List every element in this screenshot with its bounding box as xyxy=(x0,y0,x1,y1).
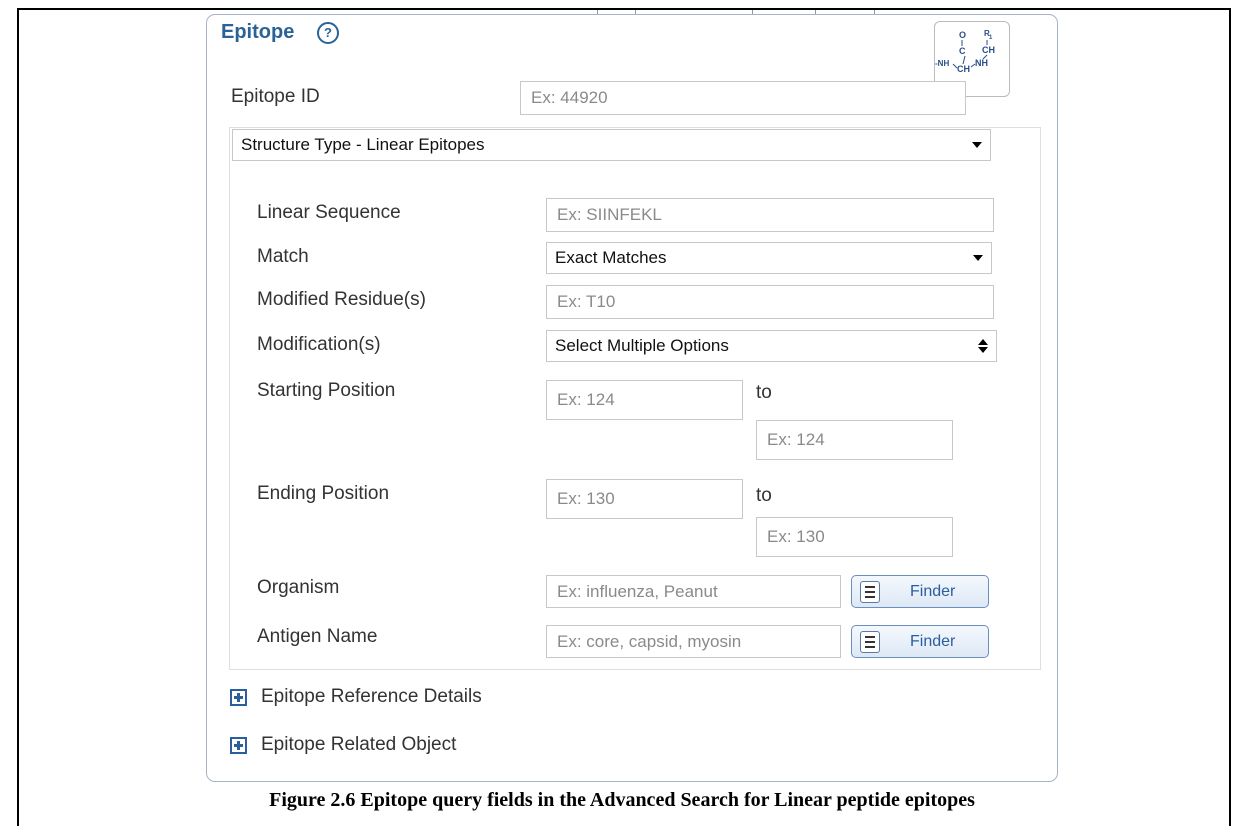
structure-type-select[interactable]: Structure Type - Linear Epitopes xyxy=(232,129,991,161)
document-frame-right xyxy=(1229,8,1231,826)
linear-sequence-input[interactable] xyxy=(546,198,994,232)
svg-text:NH: NH xyxy=(975,58,988,68)
starting-position-to-label: to xyxy=(756,382,772,403)
epitope-id-input[interactable] xyxy=(520,81,966,115)
starting-position-label: Starting Position xyxy=(257,380,396,401)
list-icon xyxy=(860,580,880,603)
expand-plus-icon xyxy=(230,736,247,754)
structure-type-value: Structure Type - Linear Epitopes xyxy=(241,135,485,154)
linear-epitope-fields: Structure Type - Linear Epitopes Linear … xyxy=(229,127,1041,670)
svg-text:1: 1 xyxy=(989,35,993,41)
organism-input[interactable] xyxy=(546,575,841,608)
modified-residues-label: Modified Residue(s) xyxy=(257,289,426,310)
epitope-id-label: Epitope ID xyxy=(231,86,320,107)
antigen-finder-button[interactable]: Finder xyxy=(851,625,989,658)
svg-text:CH: CH xyxy=(982,45,995,55)
expand-plus-icon xyxy=(230,688,247,706)
organism-finder-button[interactable]: Finder xyxy=(851,575,989,608)
starting-position-from-input[interactable] xyxy=(546,380,743,420)
linear-sequence-label: Linear Sequence xyxy=(257,202,401,223)
epitope-reference-details-label: Epitope Reference Details xyxy=(261,686,482,707)
antigen-name-input[interactable] xyxy=(546,625,841,658)
list-icon xyxy=(860,630,880,653)
ending-position-label: Ending Position xyxy=(257,483,390,504)
document-frame-left xyxy=(17,8,19,826)
ending-position-to-input[interactable] xyxy=(756,517,953,557)
up-down-arrows-icon xyxy=(978,339,988,353)
epitope-panel: Epitope ? O C R 1 CH -NH CH NH Epitope I… xyxy=(206,14,1058,782)
chevron-down-icon xyxy=(972,142,982,148)
epitope-related-object-label: Epitope Related Object xyxy=(261,734,457,755)
svg-text:O: O xyxy=(959,30,966,40)
starting-position-to-input[interactable] xyxy=(756,420,953,460)
help-icon[interactable]: ? xyxy=(317,22,339,44)
figure-caption: Figure 2.6 Epitope query fields in the A… xyxy=(269,789,975,811)
chevron-down-icon xyxy=(973,255,983,261)
antigen-name-label: Antigen Name xyxy=(257,626,378,647)
document-frame-top xyxy=(18,8,1230,10)
match-select[interactable]: Exact Matches xyxy=(546,242,992,274)
panel-title: Epitope xyxy=(221,21,295,43)
svg-text:CH: CH xyxy=(957,64,970,74)
modifications-value: Select Multiple Options xyxy=(555,336,729,355)
svg-text:-NH: -NH xyxy=(935,59,949,68)
ending-position-to-label: to xyxy=(756,485,772,506)
epitope-reference-details-expander[interactable]: Epitope Reference Details xyxy=(230,686,482,708)
organism-finder-label: Finder xyxy=(910,582,956,600)
match-value: Exact Matches xyxy=(555,248,667,267)
antigen-finder-label: Finder xyxy=(910,632,956,650)
ending-position-from-input[interactable] xyxy=(546,479,743,519)
organism-label: Organism xyxy=(257,577,340,598)
epitope-related-object-expander[interactable]: Epitope Related Object xyxy=(230,734,456,756)
svg-text:C: C xyxy=(959,46,966,56)
match-label: Match xyxy=(257,246,309,267)
modifications-multiselect[interactable]: Select Multiple Options xyxy=(546,330,997,362)
modified-residues-input[interactable] xyxy=(546,285,994,319)
modifications-label: Modification(s) xyxy=(257,334,381,355)
